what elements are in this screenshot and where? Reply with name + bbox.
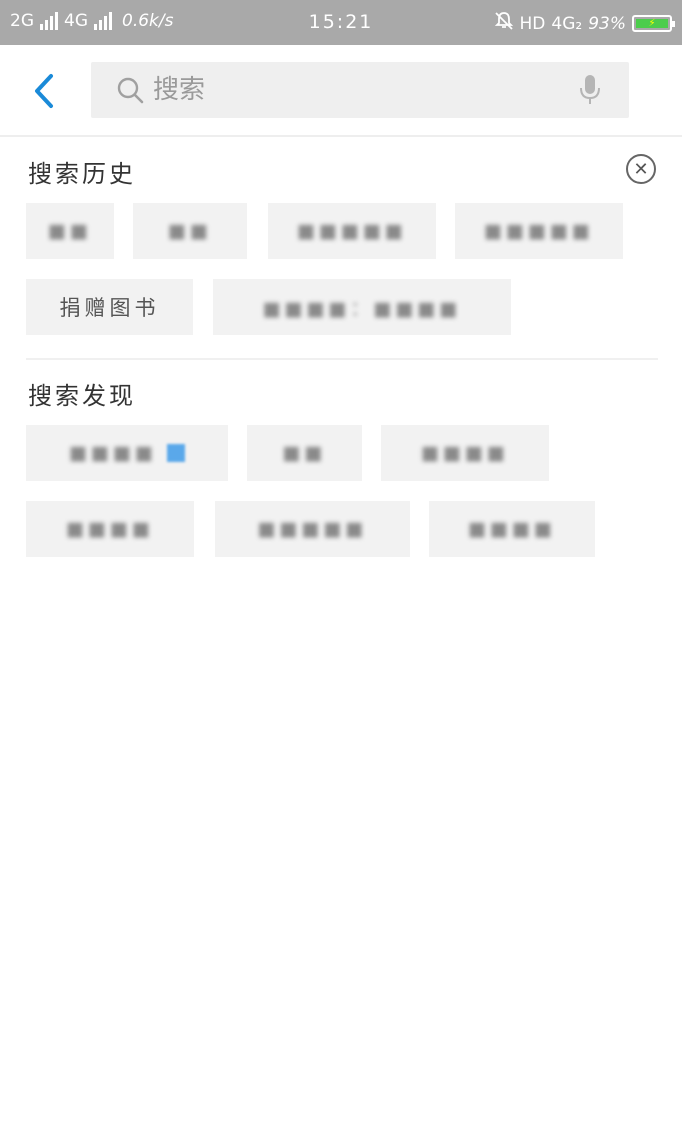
status-right: HD 4G₂ 93% ⚡: [494, 11, 675, 36]
microphone-icon[interactable]: [575, 73, 605, 107]
back-button[interactable]: [26, 73, 62, 109]
close-circle-icon: ✕: [633, 158, 649, 180]
hd-indicator: HD: [519, 13, 546, 34]
bell-off-icon: [494, 11, 514, 36]
section-divider: [26, 358, 658, 360]
discover-tag[interactable]: ■■: [247, 425, 362, 481]
discover-tag[interactable]: ■■■■: [381, 425, 549, 481]
history-tag[interactable]: ■■: [133, 203, 247, 259]
discover-tag[interactable]: ■■■■■: [215, 501, 410, 557]
discover-tag[interactable]: ■■■■: [429, 501, 595, 557]
search-input[interactable]: [145, 61, 575, 119]
clear-history-button[interactable]: ✕: [626, 154, 656, 184]
network-type-3: 4G₂: [551, 13, 583, 34]
discover-title: 搜索发现: [28, 382, 136, 410]
history-tag-donate-books[interactable]: 捐赠图书: [26, 279, 193, 335]
discover-tag[interactable]: ■■■■: [26, 425, 228, 481]
new-badge-icon: [166, 444, 185, 462]
history-tag[interactable]: ■■: [26, 203, 114, 259]
history-title: 搜索历史: [28, 160, 136, 188]
history-tag[interactable]: ■■■■■: [268, 203, 436, 259]
search-icon: [115, 75, 145, 105]
chevron-left-icon: [35, 74, 53, 108]
battery-percent: 93%: [588, 13, 626, 34]
history-tag[interactable]: ■■■■：■■■■: [213, 279, 511, 335]
history-tag[interactable]: ■■■■■: [455, 203, 623, 259]
search-box[interactable]: [91, 61, 629, 119]
search-header: [0, 45, 682, 137]
discover-tag[interactable]: ■■■■: [26, 501, 194, 557]
battery-icon: ⚡: [632, 15, 675, 32]
status-bar: 2G 4G 0.6k/s 15:21 HD 4G₂ 93% ⚡: [0, 0, 682, 45]
